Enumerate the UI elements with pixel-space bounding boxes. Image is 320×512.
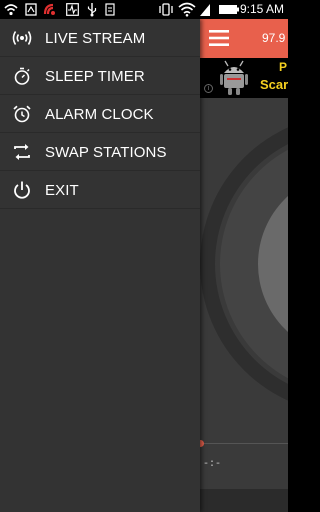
playback-progress-thumb[interactable]: [200, 440, 204, 447]
menu-label-alarm-clock: ALARM CLOCK: [45, 106, 154, 123]
notification-icon: [105, 3, 115, 16]
menu-label-sleep-timer: SLEEP TIMER: [45, 68, 145, 85]
power-icon: [14, 181, 30, 199]
bottom-bar: [200, 489, 288, 512]
main-content: 97.9 i P Scar -:-: [200, 19, 288, 512]
menu-item-live-stream[interactable]: LIVE STREAM: [0, 19, 200, 57]
signal-strength-icon: [200, 4, 210, 16]
status-time: 9:15 AM: [239, 2, 284, 16]
wifi-hotspot-icon: [4, 4, 18, 16]
menu-label-live-stream: LIVE STREAM: [45, 30, 146, 47]
vibrate-icon: [159, 3, 173, 16]
battery-icon: [219, 5, 239, 14]
ad-subline: Scar: [260, 77, 288, 92]
android-robot-icon: [220, 60, 248, 95]
ad-info-icon[interactable]: i: [204, 84, 213, 93]
usb-icon: [87, 3, 97, 17]
alarm-clock-icon: [13, 105, 31, 123]
stopwatch-icon: [14, 67, 30, 85]
playback-time: -:-: [203, 459, 222, 470]
menu-item-alarm-clock[interactable]: ALARM CLOCK: [0, 95, 200, 133]
wifi-icon: [178, 2, 196, 17]
pulse-icon: [66, 3, 79, 16]
radio-signal-icon: [12, 31, 32, 45]
hamburger-menu-icon[interactable]: [209, 29, 229, 47]
menu-label-swap-stations: SWAP STATIONS: [45, 144, 167, 161]
swap-arrows-icon: [14, 144, 30, 160]
status-bar: 9:15 AM: [0, 0, 288, 19]
menu-label-exit: EXIT: [45, 182, 79, 199]
station-title: 97.9: [262, 31, 286, 45]
radio-dial[interactable]: [200, 98, 288, 428]
navigation-drawer: LIVE STREAM SLEEP TIMER ALARM CLOCK SWAP…: [0, 19, 200, 512]
ad-banner[interactable]: i P Scar: [200, 58, 288, 98]
box-notification-icon: [25, 3, 37, 16]
menu-item-sleep-timer[interactable]: SLEEP TIMER: [0, 57, 200, 95]
menu-item-swap-stations[interactable]: SWAP STATIONS: [0, 133, 200, 171]
menu-item-exit[interactable]: EXIT: [0, 171, 200, 209]
red-signal-icon: [43, 3, 55, 15]
ad-headline: P: [279, 60, 288, 74]
app-toolbar: 97.9: [200, 19, 288, 58]
playback-progress-track[interactable]: [200, 443, 288, 444]
